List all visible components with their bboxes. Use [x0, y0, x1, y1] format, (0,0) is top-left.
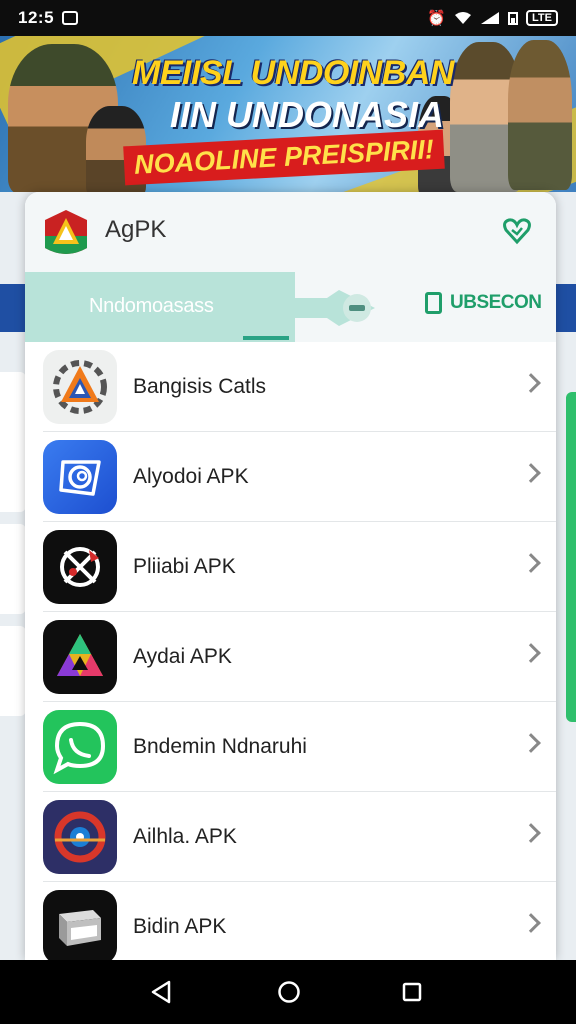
background-card — [0, 626, 26, 716]
tab-secondary-label: UBSECON — [450, 292, 542, 313]
list-item[interactable]: Bidin APK — [43, 882, 556, 960]
battery-indicator: LTE — [526, 10, 558, 26]
tab-secondary[interactable]: UBSECON — [425, 292, 542, 314]
warning-triangle-icon — [43, 349, 117, 424]
app-name: Alyodoi APK — [133, 464, 249, 488]
toggle-switch-icon[interactable] — [287, 290, 375, 326]
tab-indicator — [243, 336, 289, 340]
banner-headline: MEIISL UNDOINBAN — [132, 54, 454, 92]
alarm-icon: ⏰ — [427, 10, 447, 27]
app-name: Bidin APK — [133, 915, 227, 938]
chat-bubble-icon — [43, 709, 117, 784]
list-item[interactable]: Bangisis Catls — [43, 342, 556, 432]
app-name: Bndemin Ndnaruhi — [133, 734, 307, 758]
wifi-icon — [455, 12, 472, 24]
tab-active-label: Nndomoasass — [89, 295, 214, 317]
status-icons: ⏰ LTE — [427, 9, 558, 27]
battery-small-icon — [508, 12, 519, 25]
promo-banner[interactable]: MEIISL UNDOINBAN IIN UNDONASIA NOAOLINE … — [0, 36, 576, 192]
prism-triangle-icon — [43, 619, 117, 694]
spiral-icon — [43, 439, 117, 514]
app-logo-icon — [45, 210, 87, 254]
status-time: 12:5 — [18, 8, 55, 27]
signal-icon — [481, 12, 500, 24]
favorite-heart-icon[interactable] — [502, 216, 532, 246]
list-item[interactable]: Ailhla. APK — [43, 792, 556, 882]
background-strip — [566, 392, 576, 722]
app-name: Ailhla. APK — [133, 824, 237, 848]
tab-bar: Nndomoasass UBSECON — [25, 272, 556, 342]
chevron-right-icon — [521, 823, 541, 843]
notification-icon — [62, 11, 79, 25]
chevron-right-icon — [521, 553, 541, 573]
recents-icon[interactable] — [401, 980, 423, 1004]
app-title: AgPK — [105, 216, 167, 243]
tab-secondary-icon — [425, 292, 442, 314]
app-list-sheet: AgPK Nndomoasass UBSECON Bangisis Catls … — [25, 192, 556, 960]
tab-active[interactable]: Nndomoasass — [25, 272, 295, 342]
status-bar: 12:5 ⏰ LTE — [0, 0, 576, 36]
list-item[interactable]: Bndemin Ndnaruhi — [43, 702, 556, 792]
sheet-header: AgPK — [25, 192, 556, 272]
chevron-right-icon — [521, 913, 541, 933]
crossed-circle-icon — [43, 529, 117, 604]
chevron-right-icon — [521, 463, 541, 483]
background-card — [0, 372, 26, 512]
background-card — [0, 524, 26, 614]
chevron-right-icon — [521, 373, 541, 393]
soldier-figure — [508, 40, 572, 190]
red-ring-icon — [43, 799, 117, 874]
app-name: Pliiabi APK — [133, 554, 236, 578]
chevron-right-icon — [521, 733, 541, 753]
box-icon — [43, 890, 117, 960]
list-item[interactable]: Aydai APK — [43, 612, 556, 702]
chevron-right-icon — [521, 643, 541, 663]
banner-subheadline: IIN UNDONASIA — [170, 94, 445, 135]
navigation-bar — [0, 960, 576, 1024]
list-item[interactable]: Pliiabi APK — [43, 522, 556, 612]
list-item[interactable]: Alyodoi APK — [43, 432, 556, 522]
home-icon[interactable] — [277, 980, 301, 1004]
app-name: Aydai APK — [133, 644, 232, 668]
app-name: Bangisis Catls — [133, 374, 267, 398]
back-icon[interactable] — [150, 980, 172, 1004]
